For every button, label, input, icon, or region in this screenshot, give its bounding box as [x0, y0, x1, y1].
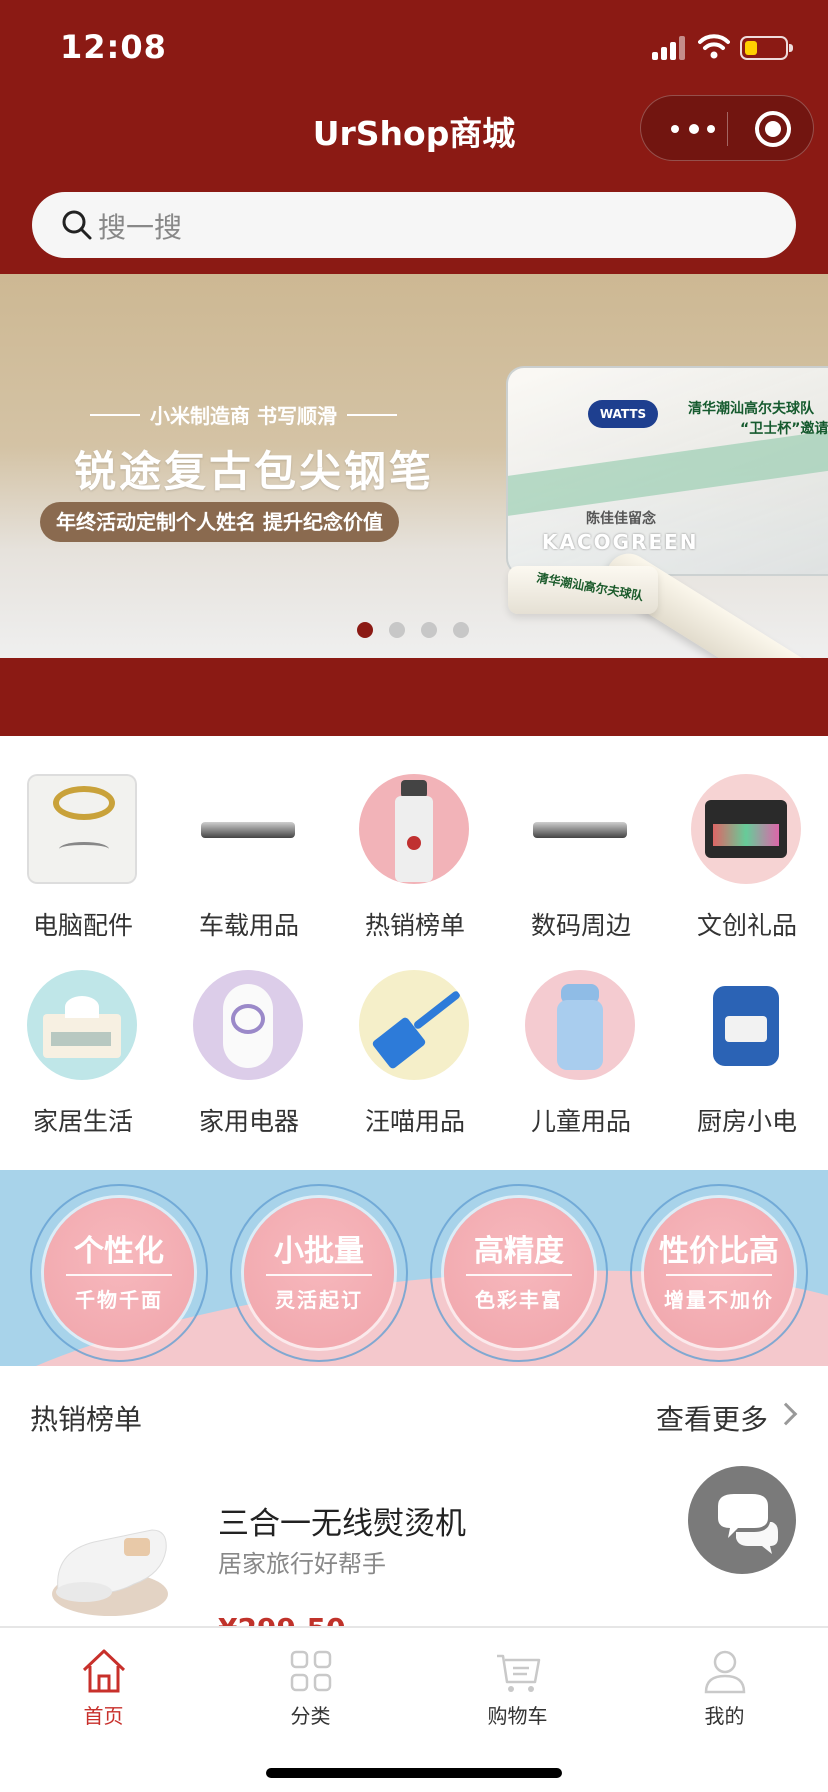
chat-bubble-icon	[718, 1494, 778, 1554]
close-mini-program-icon[interactable]	[755, 111, 791, 147]
watts-logo: WATTS	[588, 400, 658, 428]
category-label: 家用电器	[198, 1107, 299, 1136]
search-icon	[62, 210, 92, 240]
category-item[interactable]: 儿童用品	[498, 932, 664, 1136]
box-text-4: KACOGREEN	[542, 530, 699, 554]
promo-badge-subtitle: 千物千面	[75, 1288, 163, 1312]
cap-text: 清华潮汕高尔夫球队	[535, 570, 645, 604]
more-icon[interactable]	[667, 114, 727, 144]
banner-subtitle: 小米制造商 书写顺滑	[80, 400, 407, 429]
cart-icon	[493, 1646, 543, 1696]
box-text-2: “卫士杯”邀请	[740, 421, 828, 437]
capsule-divider	[727, 112, 728, 146]
category-item[interactable]: 数码周边	[498, 736, 664, 940]
tab-label: 分类	[290, 1704, 331, 1728]
search-placeholder: 搜一搜	[98, 211, 183, 244]
promo-badge-divider	[266, 1274, 372, 1276]
battery-icon	[740, 36, 793, 60]
promo-badge-title: 性价比高	[659, 1234, 779, 1269]
tab-label: 我的	[704, 1704, 745, 1728]
watts-logo-text: WATTS	[599, 407, 647, 421]
banner-dot[interactable]	[453, 622, 469, 638]
litter-scoop-icon	[359, 970, 469, 1080]
promo-badge-title: 高精度	[474, 1234, 564, 1269]
wifi-icon	[698, 34, 730, 59]
promo-badge-divider	[666, 1274, 772, 1276]
category-label: 汪喵用品	[364, 1107, 465, 1136]
laminator-icon	[193, 774, 303, 884]
mosquito-lamp-icon	[193, 970, 303, 1080]
category-label: 厨房小电	[696, 1107, 797, 1136]
water-bottle-icon	[359, 774, 469, 884]
home-icon	[79, 1646, 129, 1696]
product-description: 居家旅行好帮手	[218, 1550, 386, 1578]
tab-label: 首页	[83, 1704, 124, 1728]
grid-icon	[286, 1646, 336, 1696]
tissue-box-icon	[27, 970, 137, 1080]
tab-home[interactable]: 首页	[0, 1636, 207, 1736]
home-indicator	[266, 1768, 562, 1778]
promo-badge-subtitle: 灵活起订	[275, 1288, 363, 1312]
promo-badge: 性价比高 增量不加价	[630, 1184, 808, 1362]
nav-bar: UrShop商城	[0, 95, 828, 161]
promo-badge-divider	[66, 1274, 172, 1276]
signal-icon	[652, 34, 688, 60]
hot-section-header: 热销榜单 查看更多	[0, 1376, 828, 1456]
banner-headline: 锐途复古包尖钢笔	[74, 447, 435, 496]
search-bar[interactable]: 搜一搜	[32, 192, 796, 258]
banner-pagination	[357, 622, 469, 638]
mini-program-capsule	[640, 95, 814, 161]
category-item[interactable]: 车载用品	[166, 736, 332, 940]
banner-dot[interactable]	[421, 622, 437, 638]
promo-badge-subtitle: 色彩丰富	[475, 1288, 563, 1312]
gift-card-icon	[691, 774, 801, 884]
banner-dot[interactable]	[389, 622, 405, 638]
rice-cooker-icon	[691, 970, 801, 1080]
category-item[interactable]: 汪喵用品	[332, 932, 498, 1136]
hot-section-title: 热销榜单	[30, 1403, 143, 1436]
steam-iron-image	[52, 1529, 168, 1616]
sippy-cup-icon	[525, 970, 635, 1080]
category-item[interactable]: 热销榜单	[332, 736, 498, 940]
banner-subtitle-text: 小米制造商 书写顺滑	[150, 404, 337, 428]
pen-cap-image: 清华潮汕高尔夫球队	[508, 566, 658, 614]
box-text-1: 清华潮汕高尔夫球队	[688, 401, 814, 417]
laminator-icon	[525, 774, 635, 884]
promo-badge: 高精度 色彩丰富	[430, 1184, 608, 1362]
customer-service-button[interactable]	[688, 1466, 796, 1574]
promo-badge-subtitle: 增量不加价	[664, 1288, 774, 1312]
category-item[interactable]: 电脑配件	[0, 736, 166, 940]
user-icon	[700, 1646, 750, 1696]
box-text-3: 陈佳佳留念	[586, 511, 656, 527]
tab-me[interactable]: 我的	[621, 1636, 828, 1736]
product-name: 三合一无线熨烫机	[218, 1506, 466, 1542]
chevron-right-icon[interactable]	[774, 1402, 798, 1426]
promo-badge: 小批量 灵活起订	[230, 1184, 408, 1362]
category-label: 家居生活	[32, 1107, 133, 1136]
category-grid: 电脑配件 车载用品 热销榜单 数码周边 文创礼品家居生活 家用电器 汪喵用品 儿童用品 厨房小电	[0, 736, 828, 1160]
promo-badge-divider	[466, 1274, 572, 1276]
category-item[interactable]: 家用电器	[166, 932, 332, 1136]
promo-badge-title: 小批量	[274, 1234, 364, 1269]
category-item[interactable]: 文创礼品	[664, 736, 828, 940]
promo-badge: 个性化 千物千面	[30, 1184, 208, 1362]
bottom-tab-bar: 首页 分类 购物车 我的	[0, 1626, 828, 1792]
promo-banner[interactable]: 小米制造商 书写顺滑 锐途复古包尖钢笔 年终活动定制个人姓名 提升纪念价值 WA…	[0, 274, 828, 658]
tab-label: 购物车	[487, 1704, 548, 1728]
category-label: 儿童用品	[530, 1107, 631, 1136]
service-promo-strip[interactable]: 个性化 千物千面 小批量 灵活起订 高精度 色彩丰富 性价比高 增量不加价	[0, 1170, 828, 1366]
tab-cart[interactable]: 购物车	[414, 1636, 621, 1736]
tab-category[interactable]: 分类	[207, 1636, 414, 1736]
promo-badge-title: 个性化	[74, 1234, 164, 1269]
status-bar: 12:08	[0, 0, 828, 100]
status-time: 12:08	[60, 28, 167, 66]
see-more-link[interactable]: 查看更多	[656, 1398, 768, 1438]
card-reader-icon	[27, 774, 137, 884]
banner-dot[interactable]	[357, 622, 373, 638]
category-item[interactable]: 家居生活	[0, 932, 166, 1136]
category-item[interactable]: 厨房小电	[664, 932, 828, 1136]
pen-gift-box-image: WATTS 清华潮汕高尔夫球队 “卫士杯”邀请 陈佳佳留念 KACOGREEN	[506, 366, 828, 576]
banner-pill: 年终活动定制个人姓名 提升纪念价值	[40, 502, 399, 542]
